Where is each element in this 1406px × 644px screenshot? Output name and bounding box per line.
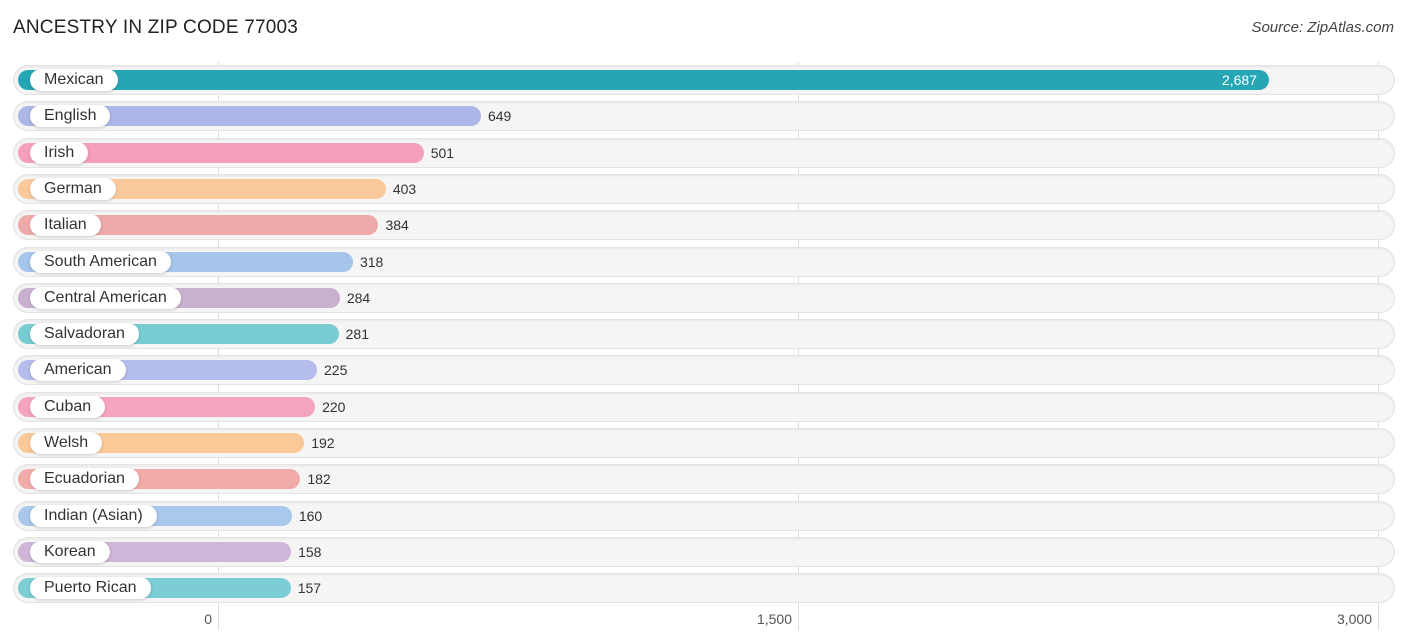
value-label: 284 <box>346 289 371 306</box>
value-label: 501 <box>430 144 455 161</box>
category-label: Welsh <box>30 432 103 454</box>
category-label: American <box>30 359 126 382</box>
category-label: South American <box>30 250 171 273</box>
value-label: 2,687 <box>1221 72 1257 88</box>
category-label: Central American <box>30 286 181 309</box>
x-tick-label: 3,000 <box>1336 611 1372 627</box>
value-label: 403 <box>392 180 417 197</box>
category-label: Salvadoran <box>30 323 139 346</box>
value-label: 281 <box>345 326 369 343</box>
value-label: 192 <box>311 435 335 451</box>
value-label: 225 <box>324 362 348 379</box>
category-label: Korean <box>30 540 110 563</box>
category-label: German <box>30 177 116 200</box>
value-label: 318 <box>359 253 384 270</box>
value-label: 220 <box>322 398 346 415</box>
x-tick-label: 1,500 <box>756 611 792 627</box>
value-label: 158 <box>298 543 322 560</box>
value-label: 182 <box>307 471 331 488</box>
value-label: 160 <box>298 507 323 524</box>
category-label: Puerto Rican <box>30 577 151 600</box>
category-label: Ecuadorian <box>30 468 139 491</box>
value-label: 649 <box>487 108 512 125</box>
category-label: English <box>30 105 111 128</box>
category-label: Italian <box>30 214 101 237</box>
x-tick-label: 0 <box>204 611 212 627</box>
value-label: 157 <box>297 580 322 597</box>
value-label: 384 <box>385 217 409 234</box>
category-label: Cuban <box>30 395 106 418</box>
category-label: Irish <box>30 141 89 164</box>
category-label: Mexican <box>30 69 118 91</box>
bar-chart: Mexican 2,687 English 649 Irish 501 German 403 I… <box>0 0 1406 644</box>
bar[interactable] <box>18 70 1269 90</box>
category-label: Indian (Asian) <box>30 504 157 527</box>
